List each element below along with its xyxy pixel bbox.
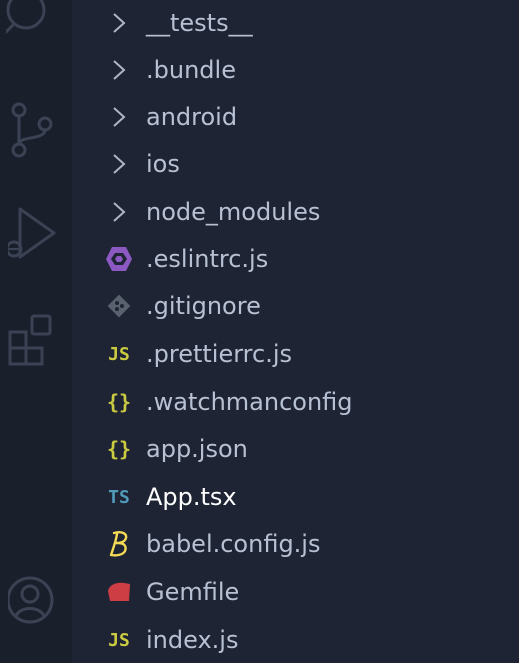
eslint-icon (102, 236, 136, 282)
file-label: babel.config.js (146, 530, 321, 558)
folder-label: .bundle (146, 56, 236, 84)
babel-icon (102, 521, 136, 567)
json-icon: {} (106, 437, 132, 461)
folder-bundle[interactable]: .bundle (72, 47, 519, 93)
folder-label: __tests__ (146, 9, 253, 37)
file-app-tsx[interactable]: TS App.tsx (72, 474, 519, 520)
file-watchmanconfig[interactable]: {} .watchmanconfig (72, 379, 519, 425)
ruby-icon (102, 569, 136, 615)
folder-android[interactable]: android (72, 94, 519, 140)
file-gemfile[interactable]: Gemfile (72, 569, 519, 615)
git-icon (102, 283, 136, 329)
chevron-right-icon (102, 94, 136, 140)
search-icon[interactable] (0, 0, 72, 48)
json-icon: {} (106, 390, 132, 414)
javascript-icon: JS (108, 629, 130, 651)
file-label: .eslintrc.js (146, 245, 269, 273)
file-prettierrc[interactable]: JS .prettierrc.js (72, 331, 519, 377)
file-gitignore[interactable]: .gitignore (72, 283, 519, 329)
file-explorer: __tests__ .bundle android ios node_modul… (72, 0, 519, 663)
file-index-js[interactable]: JS index.js (72, 617, 519, 663)
file-label: .prettierrc.js (146, 340, 293, 368)
javascript-icon: JS (108, 343, 130, 365)
file-label: Gemfile (146, 578, 240, 606)
chevron-right-icon (102, 141, 136, 187)
folder-label: node_modules (146, 198, 321, 226)
file-label: .watchmanconfig (146, 388, 353, 416)
folder-label: android (146, 103, 238, 131)
folder-ios[interactable]: ios (72, 141, 519, 187)
run-debug-icon[interactable] (0, 205, 72, 265)
file-label: index.js (146, 626, 239, 654)
folder-node-modules[interactable]: node_modules (72, 189, 519, 235)
extensions-icon[interactable] (0, 312, 72, 368)
chevron-right-icon (102, 0, 136, 46)
typescript-icon: TS (108, 486, 130, 508)
file-app-json[interactable]: {} app.json (72, 426, 519, 472)
folder-tests[interactable]: __tests__ (72, 0, 519, 46)
chevron-right-icon (102, 189, 136, 235)
file-label: .gitignore (146, 292, 261, 320)
source-control-icon[interactable] (0, 100, 72, 160)
file-eslintrc[interactable]: .eslintrc.js (72, 236, 519, 282)
activity-bar (0, 0, 72, 663)
chevron-right-icon (102, 47, 136, 93)
account-icon[interactable] (0, 572, 72, 628)
file-label: App.tsx (146, 483, 237, 511)
file-babel-config[interactable]: babel.config.js (72, 521, 519, 567)
file-label: app.json (146, 435, 248, 463)
folder-label: ios (146, 150, 180, 178)
